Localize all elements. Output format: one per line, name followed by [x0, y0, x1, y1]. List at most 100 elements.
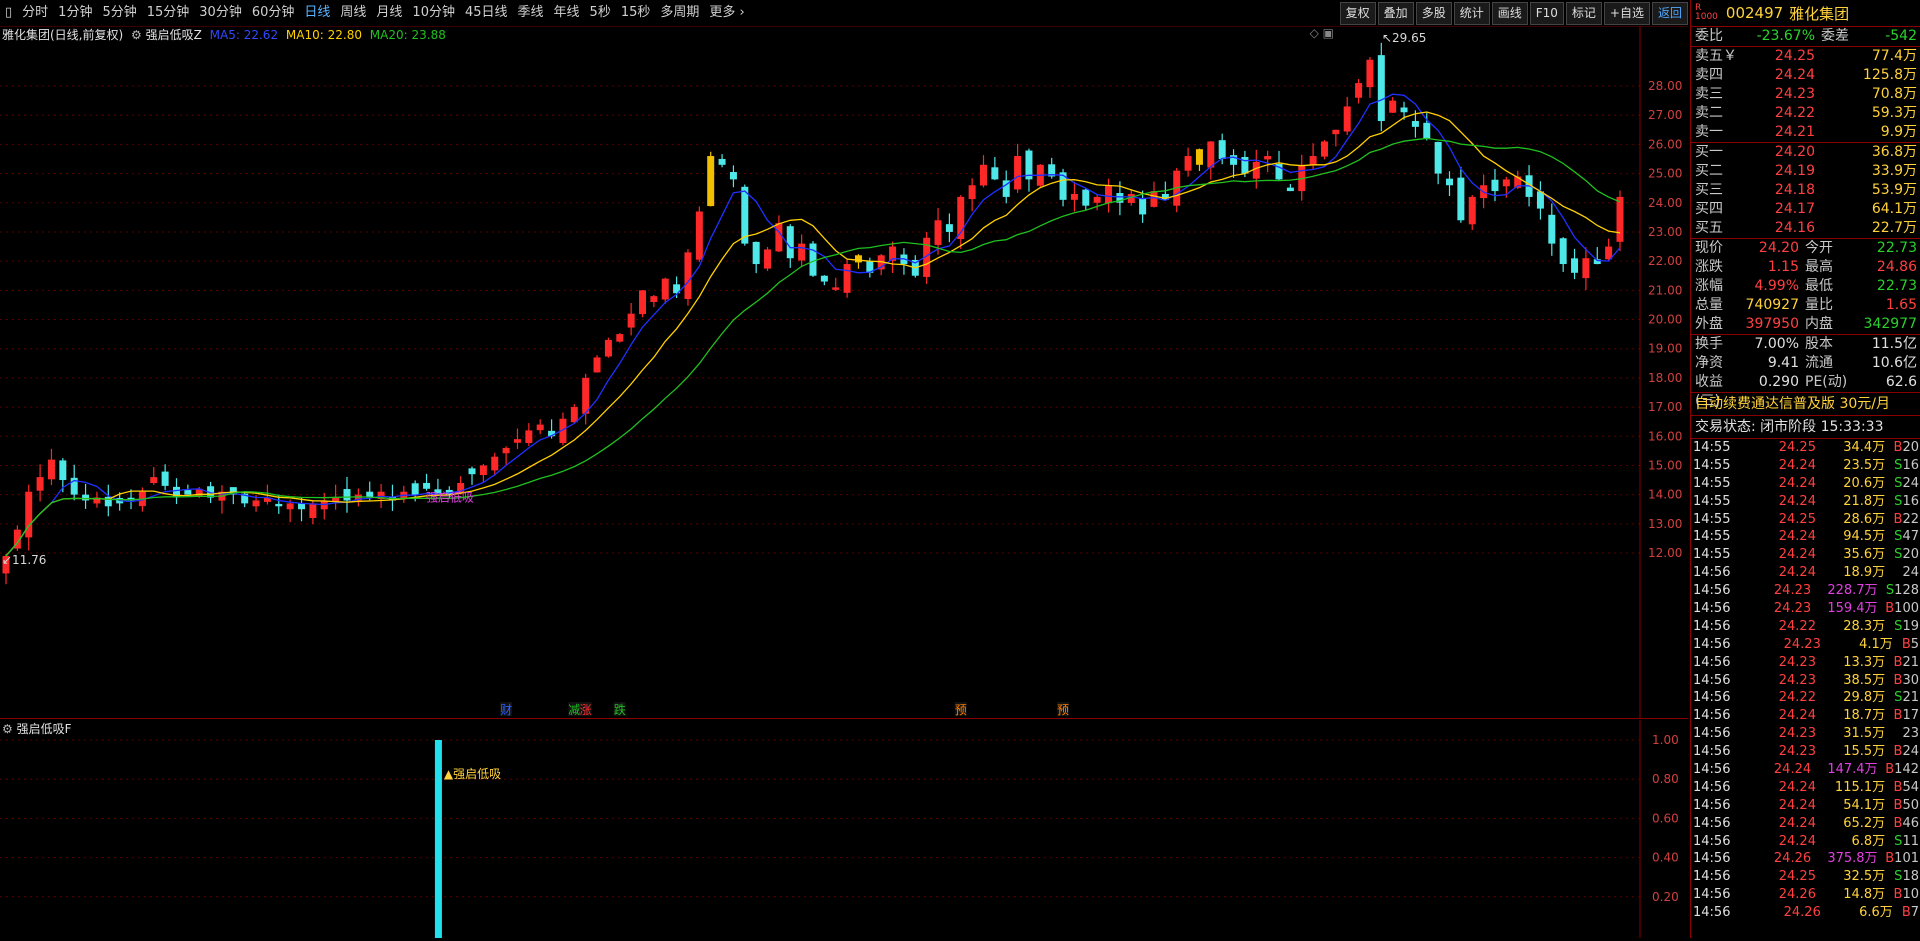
period-tab[interactable]: 10分钟 — [407, 0, 460, 26]
tick-price: 24.26 — [1783, 905, 1821, 921]
tick-row: 14:56 24.24 115.1万 B 54 — [1691, 779, 1920, 797]
indicator-settings-icon[interactable]: ⚙ — [2, 722, 13, 736]
tick-volume: 94.5万 — [1843, 529, 1886, 545]
toolbar-button[interactable]: 返回 — [1651, 2, 1688, 25]
tick-side: S — [1894, 475, 1903, 491]
stat-label: 总量 — [1695, 297, 1723, 313]
tick-row: 14:55 24.25 34.4万 B 20 — [1691, 439, 1920, 457]
candle-body — [1502, 179, 1510, 187]
tick-side: B — [1885, 851, 1895, 867]
toolbar-button[interactable]: F10 — [1529, 2, 1564, 25]
period-tab[interactable]: 15秒 — [616, 0, 656, 26]
tick-volume: 6.6万 — [1859, 905, 1893, 921]
tick-time: 14:56 — [1693, 762, 1731, 778]
tick-list[interactable]: 14:55 24.25 34.4万 B 20 14:55 24.24 23.5万 S 16 14:5… — [1691, 439, 1920, 922]
period-tab[interactable]: 60分钟 — [247, 0, 300, 26]
tick-volume: 18.9万 — [1843, 565, 1886, 581]
tick-volume: 14.8万 — [1843, 887, 1886, 903]
period-tab[interactable]: 5秒 — [585, 0, 616, 26]
period-tab[interactable]: 45日线 — [460, 0, 513, 26]
stat-value: 24.86 — [1876, 259, 1917, 275]
stat-value: 11.5亿 — [1871, 336, 1917, 352]
order-book-volume: 125.8万 — [1862, 67, 1917, 83]
order-book-price: 24.21 — [1774, 124, 1815, 140]
toolbar-button[interactable]: 标记 — [1565, 2, 1602, 25]
tick-row: 14:56 24.25 32.5万 S 18 — [1691, 868, 1920, 886]
candle-body — [752, 241, 760, 265]
candle-body — [627, 313, 635, 328]
toolbar-button[interactable]: +自选 — [1603, 2, 1650, 25]
subscription-ad[interactable]: 自动续费通达信普及版 30元/月 — [1691, 393, 1920, 416]
kline-chart[interactable]: 雅化集团(日线,前复权) ⚙ 强启低吸Z MA5: 22.62 MA10: 22… — [0, 26, 1688, 718]
y-tick-label: 24.00 — [1648, 196, 1682, 210]
indicator-name[interactable]: 强启低吸Z — [146, 28, 202, 42]
kline-svg: 28.00 27.00 26.00 25.00 24.00 23.00 22.00 21.00… — [0, 26, 1682, 718]
tick-row: 14:56 24.23 228.7万 S 128 — [1691, 582, 1920, 600]
stat-label: 流通 — [1805, 355, 1833, 371]
candle-body — [1207, 141, 1215, 168]
indicator-panel[interactable]: ⚙ 强启低吸F 1.00 0.80 0.60 0.40 0.20 ▲强启低吸 — [0, 720, 1688, 938]
toolbar-button[interactable]: 统计 — [1453, 2, 1490, 25]
ma5-label: MA5: 22.62 — [209, 28, 279, 42]
trade-state: 交易状态: 闭市阶段 15:33:33 — [1691, 416, 1920, 439]
stat-row: 换手 7.00% 股本 11.5亿 — [1691, 335, 1920, 354]
toolbar-button[interactable]: 叠加 — [1377, 2, 1414, 25]
tick-count: 24 — [1902, 744, 1919, 760]
period-tab[interactable]: 日线 — [299, 0, 335, 26]
tick-side: S — [1894, 493, 1903, 509]
indicator-settings-icon[interactable]: ⚙ — [131, 28, 142, 42]
tick-side — [1885, 725, 1902, 743]
period-tab[interactable]: 多周期 — [655, 0, 704, 26]
tick-volume: 54.1万 — [1843, 797, 1886, 813]
period-tab[interactable]: 更多 › — [704, 0, 749, 26]
period-tab[interactable]: 年线 — [549, 0, 585, 26]
ma5-line — [5, 93, 1621, 557]
period-tab[interactable]: 月线 — [371, 0, 407, 26]
tick-price: 24.24 — [1778, 475, 1816, 491]
candle-body — [1184, 156, 1192, 171]
candle-body — [832, 287, 840, 290]
stat-label: 外盘 — [1695, 316, 1723, 332]
tick-price: 24.26 — [1778, 887, 1816, 903]
candle-body — [47, 459, 55, 480]
toolbar-button[interactable]: 多股 — [1415, 2, 1452, 25]
tick-volume: 31.5万 — [1843, 726, 1886, 742]
order-book-volume: 33.9万 — [1871, 163, 1917, 179]
candle-body — [593, 357, 601, 373]
candle-body — [1559, 238, 1567, 265]
order-book-row: 买二 24.19 33.9万 — [1691, 162, 1920, 181]
toolbar-buttons: 复权 叠加 多股 统计 画线 F10 标记 +自选 返回 — [1338, 2, 1688, 25]
signal-bar-label: ▲强启低吸 — [444, 767, 501, 781]
stat-label: 涨幅 — [1695, 278, 1723, 294]
tick-side: B — [1885, 762, 1895, 778]
period-tab[interactable]: 季线 — [513, 0, 549, 26]
period-tab[interactable]: 15分钟 — [142, 0, 195, 26]
candle-body — [161, 471, 169, 486]
period-tab[interactable]: 5分钟 — [97, 0, 141, 26]
order-book-label: 卖三 — [1695, 86, 1723, 102]
tick-price: 24.24 — [1778, 529, 1816, 545]
period-tab[interactable]: 1分钟 — [53, 0, 97, 26]
candle-body — [718, 158, 726, 165]
tick-row: 14:56 24.24 18.9万 24 — [1691, 564, 1920, 582]
period-tab[interactable]: 周线 — [335, 0, 371, 26]
panel-toggle-icon[interactable]: ▯ — [0, 0, 17, 26]
toolbar-button[interactable]: 画线 — [1491, 2, 1528, 25]
period-tab[interactable]: 30分钟 — [194, 0, 247, 26]
chart-options-icon[interactable]: ◇ ▣ — [1310, 26, 1334, 40]
order-book-row: 卖一 24.21 9.9万 — [1691, 123, 1920, 142]
tick-side: S — [1894, 869, 1903, 885]
stat-label: PE(动) — [1805, 374, 1848, 390]
toolbar-button[interactable]: 复权 — [1339, 2, 1376, 25]
stat-value: 9.41 — [1767, 355, 1799, 371]
tick-row: 14:56 24.26 375.8万 B 101 — [1691, 850, 1920, 868]
stat-label: 内盘 — [1805, 316, 1833, 332]
tick-time: 14:55 — [1693, 529, 1731, 545]
period-tab[interactable]: 分时 — [17, 0, 53, 26]
tick-count: 142 — [1894, 762, 1919, 778]
tick-price: 24.23 — [1778, 726, 1816, 742]
stat-value: 740927 — [1745, 297, 1799, 313]
tick-row: 14:56 24.23 31.5万 23 — [1691, 725, 1920, 743]
panel-divider[interactable] — [0, 718, 1688, 719]
order-book-volume: 22.7万 — [1871, 220, 1917, 236]
